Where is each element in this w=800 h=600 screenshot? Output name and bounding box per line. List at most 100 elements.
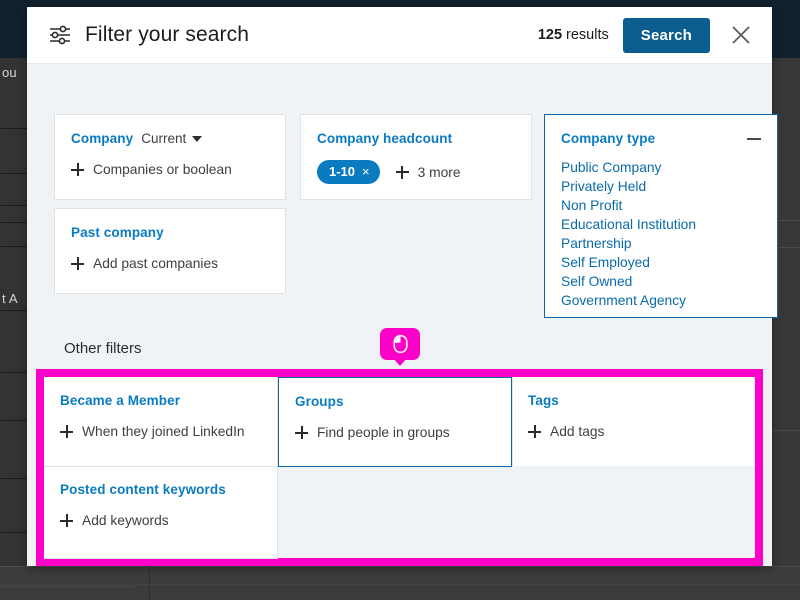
search-button[interactable]: Search <box>622 17 710 53</box>
company-type-option[interactable]: Self Employed <box>561 253 761 272</box>
company-type-option[interactable]: Partnership <box>561 234 761 253</box>
backdrop-bottom-cell-divider <box>0 584 800 585</box>
filter-card-became-a-member[interactable]: Became a Member When they joined LinkedI… <box>44 377 278 466</box>
filter-card-company[interactable]: Company Current Companies or boolean <box>54 114 286 200</box>
plus-icon <box>60 514 73 527</box>
backdrop-rail-divider <box>0 128 28 129</box>
filter-card-tags-title: Tags <box>528 393 559 408</box>
results-count-label: results <box>562 27 609 43</box>
highlight-annotation-box: Became a Member When they joined LinkedI… <box>36 369 763 566</box>
filter-card-company-header: Company Current <box>71 131 269 146</box>
backdrop-left-rail <box>0 58 28 600</box>
add-groups-label: Find people in groups <box>317 425 450 440</box>
filter-card-tags[interactable]: Tags Add tags <box>512 377 755 466</box>
filter-card-groups-title: Groups <box>295 394 344 409</box>
filter-card-company-subtitle: Current <box>141 131 187 146</box>
filter-card-past-company-header: Past company <box>71 225 269 240</box>
company-type-option[interactable]: Government Agency <box>561 291 761 310</box>
filter-card-company-headcount-header: Company headcount <box>317 131 515 146</box>
company-type-option-list: Public Company Privately Held Non Profit… <box>561 158 761 310</box>
add-companies-or-boolean-button[interactable]: Companies or boolean <box>71 162 269 177</box>
results-count-number: 125 <box>537 27 563 43</box>
filter-card-posted-content-keywords[interactable]: Posted content keywords Add keywords <box>44 466 278 558</box>
grid-divider <box>44 558 278 559</box>
filter-card-tags-header: Tags <box>528 393 739 408</box>
mouse-cursor-icon <box>392 334 408 354</box>
filter-card-posted-content-keywords-inner: Posted content keywords Add keywords <box>44 466 278 542</box>
backdrop-rail-divider <box>0 246 28 247</box>
company-type-option[interactable]: Self Owned <box>561 272 761 291</box>
filter-card-company-type-title: Company type <box>561 131 656 146</box>
filter-search-modal: Filter your search 125 results Search Co… <box>27 7 778 566</box>
grid-divider <box>512 377 513 466</box>
headcount-selection-row: 1-10 × 3 more <box>317 160 515 184</box>
filter-card-groups-header: Groups <box>295 394 495 409</box>
backdrop-bottom-cell-divider <box>0 586 135 587</box>
backdrop-rail-divider <box>0 173 28 174</box>
headcount-pill-1-10[interactable]: 1-10 × <box>317 160 380 184</box>
backdrop-rail-divider <box>0 205 28 206</box>
filter-card-past-company[interactable]: Past company Add past companies <box>54 208 286 294</box>
page-title: Filter your search <box>85 23 250 46</box>
filter-card-became-a-member-header: Became a Member <box>60 393 262 408</box>
backdrop-rail-divider <box>0 222 28 223</box>
filter-card-company-type[interactable]: Company type Public Company Privately He… <box>544 114 778 318</box>
plus-icon <box>71 163 84 176</box>
plus-icon <box>71 257 84 270</box>
close-icon[interactable] <box>728 22 754 48</box>
company-type-option[interactable]: Educational Institution <box>561 215 761 234</box>
filter-card-company-type-inner: Company type Public Company Privately He… <box>545 115 777 324</box>
add-posted-content-keywords-button[interactable]: Add keywords <box>60 513 262 528</box>
add-past-companies-button[interactable]: Add past companies <box>71 256 269 271</box>
chevron-down-icon[interactable] <box>192 135 203 142</box>
add-became-a-member-button[interactable]: When they joined LinkedIn <box>60 424 262 439</box>
add-tags-label: Add tags <box>550 424 605 439</box>
filter-card-company-headcount[interactable]: Company headcount 1-10 × 3 more <box>300 114 532 200</box>
company-type-option[interactable]: Public Company <box>561 158 761 177</box>
plus-icon <box>395 165 409 179</box>
backdrop-rail-divider <box>0 420 28 421</box>
headcount-more-label: 3 more <box>417 164 461 180</box>
filter-card-groups[interactable]: Groups Find people in groups <box>278 377 512 467</box>
filter-card-past-company-title: Past company <box>71 225 164 240</box>
backdrop-rail-divider <box>0 532 28 533</box>
plus-icon <box>60 425 73 438</box>
add-posted-content-keywords-label: Add keywords <box>82 513 169 528</box>
minus-icon[interactable] <box>747 137 761 140</box>
filter-card-company-headcount-inner: Company headcount 1-10 × 3 more <box>301 115 531 198</box>
backdrop-bottom-divider <box>0 566 800 567</box>
backdrop-bottom-cell-divider <box>149 566 150 600</box>
filter-card-tags-inner: Tags Add tags <box>512 377 755 453</box>
add-groups-button[interactable]: Find people in groups <box>295 425 495 440</box>
other-filter-grid: Became a Member When they joined LinkedI… <box>44 377 755 559</box>
cursor-position-marker <box>380 328 420 366</box>
add-tags-button[interactable]: Add tags <box>528 424 739 439</box>
backdrop-bottom-area <box>0 566 800 600</box>
filter-card-past-company-inner: Past company Add past companies <box>55 209 285 285</box>
backdrop-text-fragment-1: ou <box>2 65 17 80</box>
plus-icon <box>295 426 308 439</box>
remove-icon[interactable]: × <box>362 164 370 179</box>
filter-card-became-a-member-title: Became a Member <box>60 393 181 408</box>
backdrop-right-divider <box>770 430 800 431</box>
add-became-a-member-label: When they joined LinkedIn <box>82 424 245 439</box>
results-count: 125 results <box>538 27 609 43</box>
other-filters-heading: Other filters <box>64 340 142 357</box>
company-type-option[interactable]: Privately Held <box>561 177 761 196</box>
cursor-pin-body <box>380 328 420 360</box>
cursor-pin-pointer <box>393 358 407 366</box>
headcount-pill-label: 1-10 <box>329 164 356 179</box>
grid-divider <box>277 466 278 558</box>
filter-card-groups-inner: Groups Find people in groups <box>279 378 511 454</box>
company-type-option[interactable]: Non Profit <box>561 196 761 215</box>
filter-card-company-headcount-title: Company headcount <box>317 131 453 146</box>
backdrop-text-fragment-2: t A <box>2 291 18 306</box>
filter-card-posted-content-keywords-header: Posted content keywords <box>60 482 262 497</box>
headcount-more-button[interactable]: 3 more <box>395 164 461 180</box>
backdrop-rail-divider <box>0 478 28 479</box>
filters-sliders-icon <box>47 22 73 48</box>
add-past-companies-label: Add past companies <box>93 256 219 271</box>
filter-card-posted-content-keywords-title: Posted content keywords <box>60 482 226 497</box>
modal-body: Company Current Companies or boolean Pas… <box>27 64 778 566</box>
filter-card-company-type-header: Company type <box>561 131 761 146</box>
